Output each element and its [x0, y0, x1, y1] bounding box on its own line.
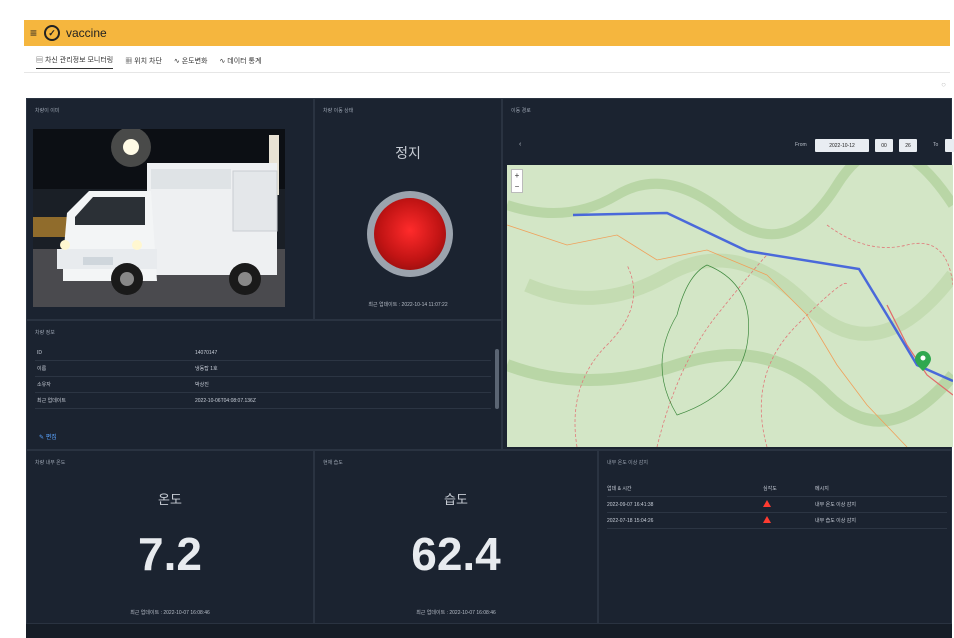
app-title: vaccine: [66, 26, 107, 40]
last-update-text: 최근 업데이트 : 2022-10-07 16:08:46: [130, 610, 210, 616]
panel-title: 차량이 이미: [35, 108, 60, 114]
route-map[interactable]: + −: [507, 165, 953, 447]
map-date-controls: ‹ From 2022-10-12 00 26 To: [513, 139, 954, 153]
info-value: 냉동탑 1호: [195, 366, 218, 372]
panel-title: 이동 경로: [511, 108, 531, 114]
vehicle-photo-panel: 차량이 이미: [26, 98, 314, 320]
info-key: 이름: [37, 366, 47, 372]
to-date-input[interactable]: [945, 139, 954, 152]
tab-monitoring[interactable]: ▤ 차신 관리정보 모니터링: [36, 55, 114, 69]
table-row: 최근 업데이트 2022-10-06T04:08:07.136Z: [35, 393, 491, 409]
alarm-time: 2022-07-18 15:04:26: [607, 517, 654, 524]
warning-triangle-icon: [763, 500, 771, 507]
column-header[interactable]: 메시지: [815, 485, 947, 492]
shield-check-icon: ✓: [44, 25, 60, 41]
info-key: 최근 업데이트: [37, 398, 66, 404]
table-row: 2022-07-18 15:04:26 내부 습도 이상 감지: [607, 513, 947, 529]
tab-location[interactable]: ▦ 위치 차단: [125, 56, 162, 69]
warning-triangle-icon: [763, 516, 771, 523]
panel-title: 현재 습도: [323, 460, 343, 466]
from-hour-select[interactable]: 00: [875, 139, 893, 152]
alarm-table: 업데 & 시간 심각도 메시지 2022-09-07 16:41:38 내부 온…: [607, 481, 947, 529]
alarm-log-panel: 내부 온도 이상 감지 업데 & 시간 심각도 메시지 2022-09-07 1…: [598, 450, 952, 624]
info-value: 박상진: [195, 382, 209, 388]
delivery-truck-image: [33, 129, 285, 307]
column-header[interactable]: 심각도: [763, 485, 815, 492]
from-date-input[interactable]: 2022-10-12: [815, 139, 869, 152]
more-icon[interactable]: ○: [941, 80, 946, 89]
info-value: 14070147: [195, 349, 218, 356]
tab-statistics[interactable]: ∿ 데이터 통계: [219, 56, 261, 69]
alarm-time: 2022-09-07 16:41:38: [607, 501, 654, 508]
tab-bar: ▤ 차신 관리정보 모니터링 ▦ 위치 차단 ∿ 온도변화 ∿ 데이터 통계: [36, 52, 261, 72]
zoom-out-button[interactable]: −: [512, 181, 522, 192]
to-label: To: [933, 142, 939, 148]
humidity-value: 62.4: [411, 528, 501, 580]
info-value: 2022-10-06T04:08:07.136Z: [195, 397, 256, 404]
operation-state-panel: 차량 이동 상태 정지 최근 업데이트 : 2022-10-14 11:07:2…: [314, 98, 502, 320]
tab-temperature-change[interactable]: ∿ 온도변화: [174, 56, 208, 69]
alarm-message: 내부 습도 이상 감지: [815, 518, 856, 524]
table-header-row: 업데 & 시간 심각도 메시지: [607, 481, 947, 497]
panel-title: 차량 이동 상태: [323, 108, 354, 114]
table-row: 2022-09-07 16:41:38 내부 온도 이상 감지: [607, 497, 947, 513]
humidity-label: 습도: [444, 492, 468, 507]
table-row: 소유자 박상진: [35, 377, 491, 393]
scrollbar[interactable]: [495, 349, 499, 409]
status-lamp: [367, 191, 453, 277]
info-key: ID: [37, 349, 42, 356]
temperature-value: 7.2: [138, 528, 202, 580]
alarm-message: 내부 온도 이상 감지: [815, 502, 856, 508]
tab-divider: [24, 72, 950, 73]
vehicle-info-table: ID 14070147 이름 냉동탑 1호 소유자 박상진 최근 업데이트 20…: [35, 345, 491, 409]
info-key: 소유자: [37, 382, 51, 388]
route-map-panel: 이동 경로 ‹ From 2022-10-12 00 26 To + −: [502, 98, 954, 450]
panel-title: 차량 내부 온도: [35, 460, 66, 466]
last-update-text: 최근 업데이트 : 2022-10-07 16:08:46: [416, 610, 496, 616]
last-update-text: 최근 업데이트 : 2022-10-14 11:07:22: [368, 302, 448, 308]
dashboard-area: 차량이 이미 차량 이동 상태 정지 최근 업데이트: 2022-10-14 …: [26, 98, 954, 638]
edit-link[interactable]: ✎ 편집: [39, 432, 57, 441]
temperature-label: 온도: [158, 492, 182, 507]
status-lamp-light: [374, 198, 446, 270]
temperature-panel: 차량 내부 온도 온도 7.2 최근 업데이트 : 2022-10-07 16:…: [26, 450, 314, 624]
map-zoom-control[interactable]: + −: [511, 169, 523, 193]
panel-title: 내부 온도 이상 감지: [607, 460, 648, 466]
column-header[interactable]: 업데 & 시간: [607, 485, 763, 492]
from-minute-select[interactable]: 26: [899, 139, 917, 152]
table-row: ID 14070147: [35, 345, 491, 361]
humidity-panel: 현재 습도 습도 62.4 최근 업데이트 : 2022-10-07 16:08…: [314, 450, 598, 624]
hamburger-menu-icon[interactable]: ≡: [30, 26, 44, 40]
vehicle-info-panel: 차량 정보 ID 14070147 이름 냉동탑 1호 소유자 박상진 최근 업…: [26, 320, 502, 450]
panel-title: 차량 정보: [35, 330, 55, 336]
app-header: ≡ ✓ vaccine: [24, 20, 950, 46]
state-label: 정지: [395, 145, 421, 161]
from-label: From: [795, 142, 807, 148]
table-row: 이름 냉동탑 1호: [35, 361, 491, 377]
back-button[interactable]: ‹: [519, 141, 521, 148]
zoom-in-button[interactable]: +: [512, 170, 522, 181]
